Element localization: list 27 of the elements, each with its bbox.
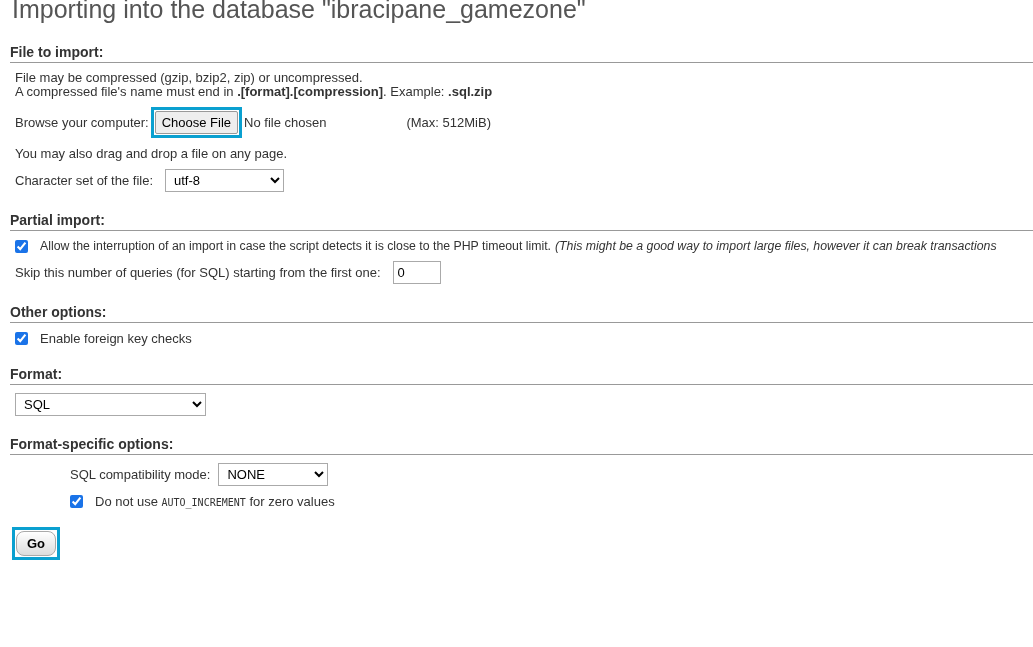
- section-heading: Partial import:: [10, 212, 1033, 231]
- field-label: SQL compatibility mode:: [70, 467, 211, 482]
- dropdown[interactable]: utf-8: [165, 169, 284, 192]
- max-size-note: (Max: 512MiB): [406, 115, 491, 130]
- page-title: Importing into the database "ibracipane_gamezone": [12, 0, 587, 24]
- choose-file-button[interactable]: Choose File: [154, 111, 239, 134]
- file-status: No file chosen: [244, 115, 327, 130]
- checkbox-label: Allow the interruption of an import in case the script detects it is close to the PHP timeout limit.: [40, 239, 551, 253]
- section-heading: Format:: [10, 366, 1033, 385]
- field-label: Character set of the file:: [15, 173, 153, 188]
- go-button[interactable]: Go: [16, 531, 57, 556]
- number-input[interactable]: 0: [392, 261, 441, 284]
- section-heading: File to import:: [10, 44, 1033, 63]
- hint-text: (This might be a good way to import large files, however it can break transactions: [555, 239, 997, 253]
- section-heading: Other options:: [10, 304, 1033, 323]
- help-text: You may also drag and drop a file on any page.: [15, 146, 288, 161]
- section-heading: Format-specific options:: [10, 436, 1033, 455]
- checkbox[interactable]: [15, 239, 28, 253]
- dropdown[interactable]: NONE: [218, 463, 329, 486]
- checkbox-label: Enable foreign key checks: [40, 331, 192, 346]
- field-label: Skip this number of queries (for SQL) starting from the first one:: [15, 265, 381, 280]
- dropdown[interactable]: SQL: [15, 393, 206, 416]
- field-label: Browse your computer:: [15, 115, 149, 130]
- help-text: File may be compressed (gzip, bzip2, zip) or uncompressed. A compressed file's name must end in .[format].[compression]. Example: .sql.zip: [15, 71, 494, 99]
- checkbox-label: Do not use AUTO_INCREMENT for zero values: [95, 494, 335, 509]
- checkbox[interactable]: [15, 332, 28, 345]
- checkbox[interactable]: [70, 495, 83, 508]
